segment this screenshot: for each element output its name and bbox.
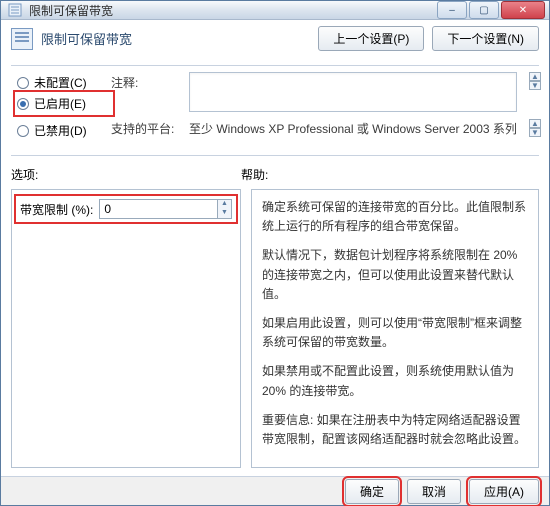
radio-col: 未配置(C) 已启用(E) 已禁用(D) [11,72,111,141]
policy-icon [11,28,33,50]
help-text: 确定系统可保留的连接带宽的百分比。此值限制系统上运行的所有程序的组合带宽保留。 [262,198,528,236]
window-title: 限制可保留带宽 [29,2,435,19]
minimize-button[interactable]: – [437,1,467,19]
comment-row: 注释: ▲▼ [111,72,539,112]
bandwidth-limit-row: 带宽限制 (%): 0 ▲ ▼ [14,194,238,224]
spin-up-icon[interactable]: ▲ [217,200,231,209]
dialog-body: 限制可保留带宽 上一个设置(P) 下一个设置(N) 未配置(C) 已启用(E) [1,20,549,476]
right-col: 注释: ▲▼ 支持的平台: 至少 Windows XP Professional… [111,72,539,137]
section-labels: 选项: 帮助: [11,166,539,183]
radio-label: 已启用(E) [34,95,86,112]
dialog-footer: 确定 取消 应用(A) [1,476,549,505]
help-text: 默认情况下，数据包计划程序将系统限制在 20% 的连接带宽之内，但可以使用此设置… [262,246,528,304]
options-panel: 带宽限制 (%): 0 ▲ ▼ [11,189,241,468]
comment-label: 注释: [111,72,181,112]
help-panel: 确定系统可保留的连接带宽的百分比。此值限制系统上运行的所有程序的组合带宽保留。 … [251,189,539,468]
bandwidth-limit-input[interactable]: 0 ▲ ▼ [99,199,232,219]
bandwidth-limit-label: 带宽限制 (%): [20,201,93,218]
radio-enabled[interactable]: 已启用(E) [17,93,111,114]
help-label: 帮助: [241,166,268,183]
window-controls: – ▢ ✕ [435,1,545,19]
radio-label: 未配置(C) [34,74,87,91]
platform-scroll[interactable]: ▲▼ [529,119,539,137]
config-row-1: 未配置(C) 已启用(E) 已禁用(D) 注释: ▲▼ [11,72,539,141]
policy-title: 限制可保留带宽 [41,29,310,48]
radio-circle-icon [17,125,29,137]
help-text: 如果禁用或不配置此设置，则系统使用默认值为 20% 的连接带宽。 [262,362,528,400]
paper-icon [7,2,23,18]
spin-down-icon[interactable]: ▼ [217,209,231,218]
radio-circle-icon [17,98,29,110]
platform-row: 支持的平台: 至少 Windows XP Professional 或 Wind… [111,118,539,137]
apply-button[interactable]: 应用(A) [469,479,539,504]
radio-circle-icon [17,77,29,89]
dialog-window: 限制可保留带宽 – ▢ ✕ 限制可保留带宽 上一个设置(P) 下一个设置(N) … [0,0,550,506]
platform-value: 至少 Windows XP Professional 或 Windows Ser… [189,118,517,137]
options-label: 选项: [11,166,241,183]
help-text: 如果启用此设置，则可以使用“带宽限制”框来调整系统可保留的带宽数量。 [262,314,528,352]
help-text: 重要信息: 如果在注册表中为特定网络适配器设置带宽限制，配置该网络适配器时就会忽… [262,411,528,449]
lower-panels: 带宽限制 (%): 0 ▲ ▼ 确定系统可保留的连接带宽的百分比。此值限制系统上… [11,189,539,468]
cancel-button[interactable]: 取消 [407,479,461,504]
titlebar: 限制可保留带宽 – ▢ ✕ [1,1,549,20]
platform-label: 支持的平台: [111,118,181,137]
divider [11,65,539,66]
enabled-highlight: 已启用(E) [13,90,115,117]
nav-buttons: 上一个设置(P) 下一个设置(N) [318,26,539,51]
comment-textarea[interactable] [189,72,517,112]
divider [11,155,539,156]
next-setting-button[interactable]: 下一个设置(N) [432,26,539,51]
header-row: 限制可保留带宽 上一个设置(P) 下一个设置(N) [11,26,539,51]
prev-setting-button[interactable]: 上一个设置(P) [318,26,424,51]
radio-disabled[interactable]: 已禁用(D) [17,120,111,141]
bandwidth-limit-value: 0 [100,202,217,216]
comment-scroll[interactable]: ▲▼ [529,72,539,112]
ok-button[interactable]: 确定 [345,479,399,504]
close-button[interactable]: ✕ [501,1,545,19]
radio-label: 已禁用(D) [34,122,87,139]
maximize-button[interactable]: ▢ [469,1,499,19]
spinner[interactable]: ▲ ▼ [217,200,231,218]
